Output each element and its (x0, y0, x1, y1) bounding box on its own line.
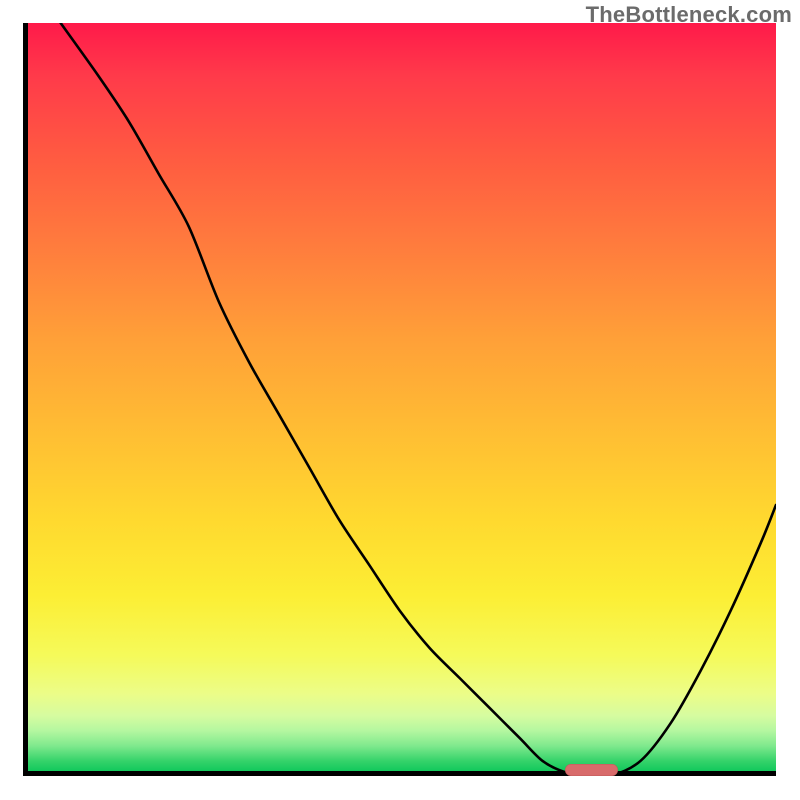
bottleneck-curve-path (61, 23, 776, 776)
plot-area (23, 23, 776, 776)
bottleneck-curve-svg (23, 23, 776, 776)
watermark-text: TheBottleneck.com (586, 2, 792, 28)
optimal-marker-icon (565, 764, 618, 776)
chart-container: TheBottleneck.com (0, 0, 800, 800)
